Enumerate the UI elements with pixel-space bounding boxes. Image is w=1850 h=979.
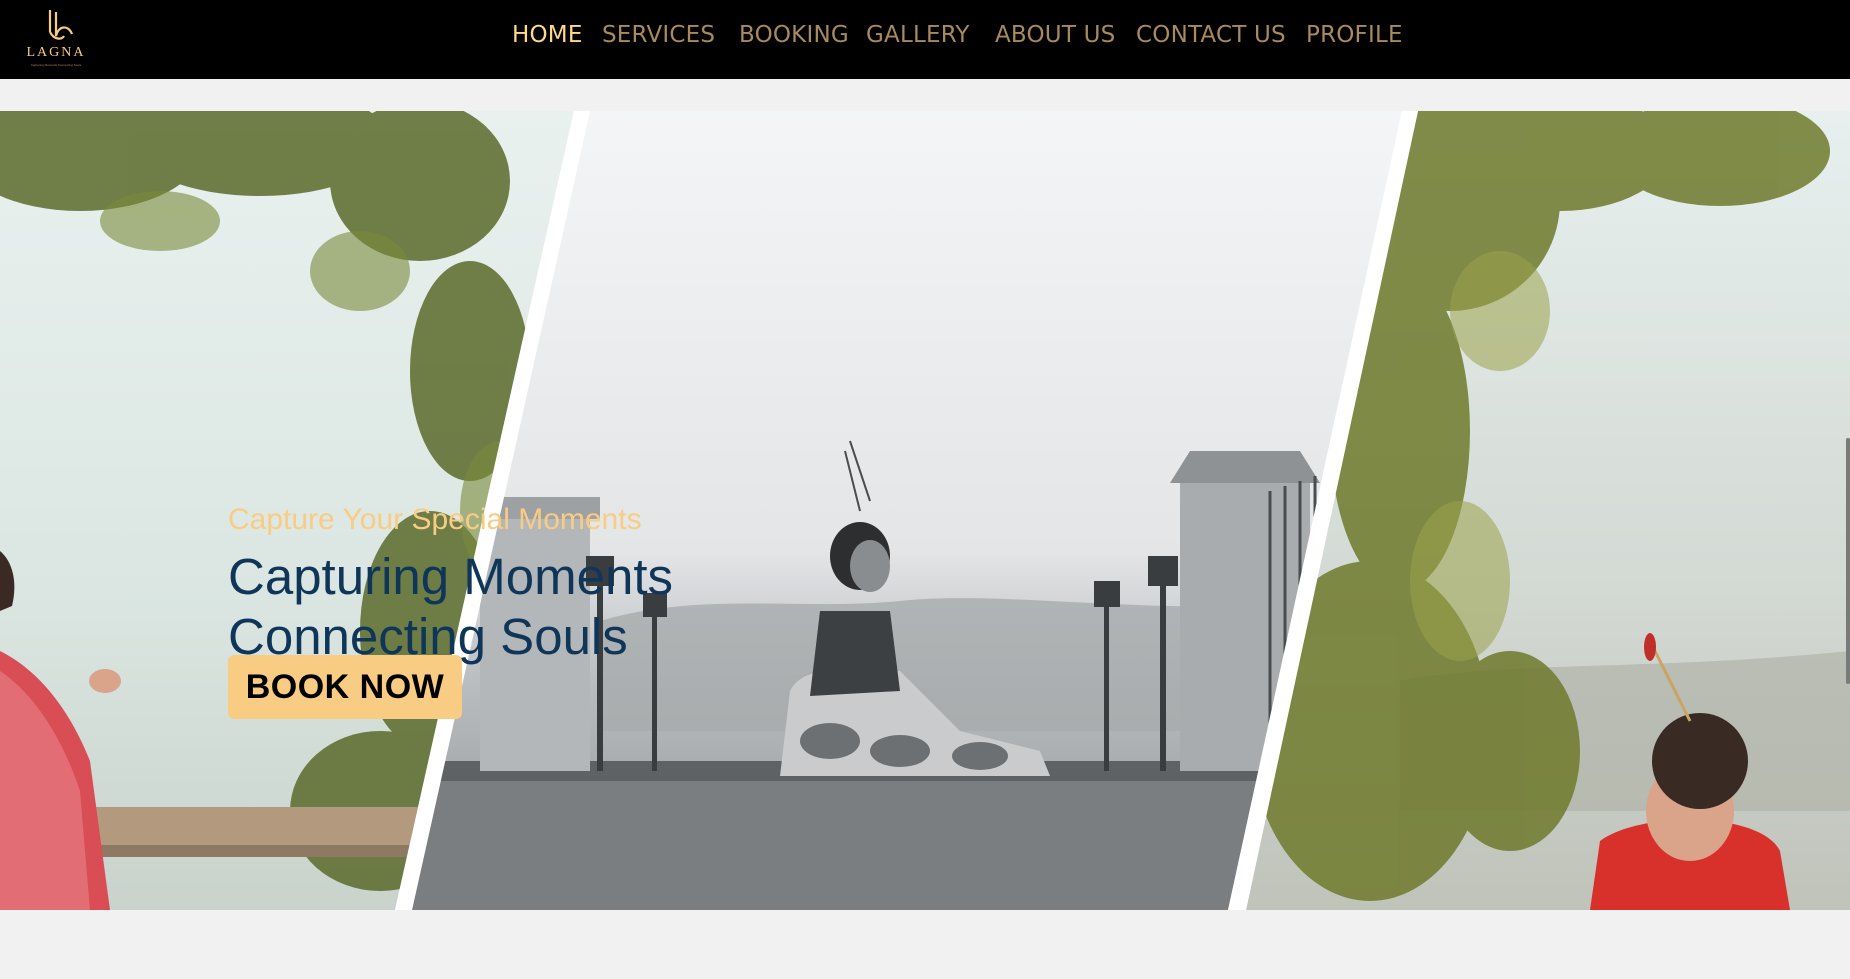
book-now-button[interactable]: BOOK NOW xyxy=(228,655,462,719)
nav-booking[interactable]: BOOKING xyxy=(739,22,849,48)
hero-banner: Capture Your Special Moments Capturing M… xyxy=(0,111,1850,910)
nav-contact-us[interactable]: CONTACT US xyxy=(1136,22,1286,48)
nav-services[interactable]: SERVICES xyxy=(602,22,715,48)
hero-headline-line1: Capturing Moments xyxy=(228,548,674,605)
page-scrollbar[interactable] xyxy=(1846,438,1850,684)
hero-headline: Capturing Moments Connecting Souls xyxy=(228,547,673,667)
top-navbar: LAGNA Capturing Moments Connecting Souls… xyxy=(0,0,1850,79)
nav-profile[interactable]: PROFILE xyxy=(1306,22,1403,48)
main-nav: HOME SERVICES BOOKING GALLERY ABOUT US C… xyxy=(0,0,1850,79)
nav-gallery[interactable]: GALLERY xyxy=(866,22,970,48)
hero-tagline: Capture Your Special Moments xyxy=(228,503,642,536)
nav-home[interactable]: HOME xyxy=(512,22,583,48)
nav-about-us[interactable]: ABOUT US xyxy=(995,22,1115,48)
